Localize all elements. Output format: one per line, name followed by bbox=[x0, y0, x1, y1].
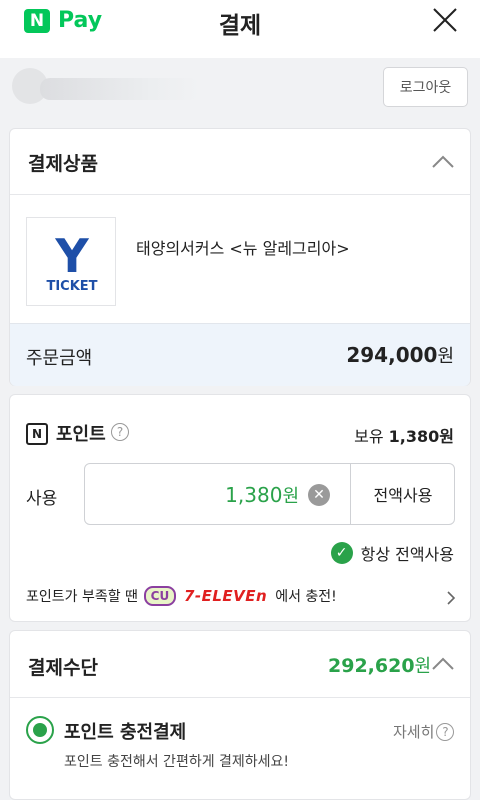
svg-text:Y: Y bbox=[54, 229, 89, 283]
clear-icon[interactable]: ✕ bbox=[308, 484, 330, 506]
method-description: 포인트 충전해서 간편하게 결제하세요! bbox=[64, 754, 290, 770]
chevron-right-icon[interactable] bbox=[446, 590, 456, 606]
page-title: 결제 bbox=[218, 13, 262, 39]
account-id-blurred bbox=[40, 78, 200, 100]
close-icon[interactable] bbox=[430, 5, 460, 35]
chevron-up-icon[interactable] bbox=[430, 154, 456, 170]
help-icon[interactable]: ? bbox=[111, 423, 129, 441]
use-label: 사용 bbox=[26, 489, 58, 509]
check-icon: ✓ bbox=[330, 542, 353, 564]
seven-eleven-logo: 7-ELEVEn bbox=[183, 587, 268, 605]
use-all-button[interactable]: 전액사용 bbox=[351, 464, 455, 524]
points-title: 포인트 bbox=[56, 424, 106, 445]
top-header: N Pay 결제 bbox=[0, 0, 480, 58]
points-card: N 포인트 ? 보유 1,380원 사용 1,380원 ✕ 전액사용 ✓ 항상 … bbox=[9, 394, 471, 622]
yticket-logo-icon: Y TICKET bbox=[46, 229, 97, 294]
divider bbox=[10, 697, 470, 698]
promo-suffix: 에서 충전! bbox=[275, 589, 337, 605]
always-use-all-toggle[interactable]: ✓ 항상 전액사용 bbox=[330, 541, 454, 565]
promo-prefix: 포인트가 부족할 땐 bbox=[26, 589, 138, 605]
account-bar: 로그아웃 bbox=[0, 58, 480, 120]
charge-promo[interactable]: 포인트가 부족할 땐 CU 7-ELEVEn 에서 충전! bbox=[26, 586, 337, 606]
points-balance: 보유 1,380원 bbox=[354, 427, 454, 446]
help-icon: ? bbox=[436, 722, 455, 741]
method-name: 포인트 충전결제 bbox=[64, 722, 187, 743]
order-amount-label: 주문금액 bbox=[26, 348, 93, 369]
cu-logo: CU bbox=[143, 586, 176, 606]
detail-label: 자세히 bbox=[393, 723, 435, 741]
points-use-input[interactable]: 1,380원 ✕ 전액사용 bbox=[84, 463, 455, 525]
payment-method-card: 결제수단 292,620원 포인트 충전결제 자세히 ? 포인트 충전해서 간편… bbox=[9, 630, 471, 800]
naver-point-icon: N bbox=[26, 423, 48, 445]
product-name: 태양의서커스 <뉴 알레그리아> bbox=[136, 239, 350, 258]
radio-point-charge[interactable] bbox=[26, 716, 54, 744]
always-use-all-label: 항상 전액사용 bbox=[360, 545, 454, 564]
product-card: 결제상품 Y TICKET 태양의서커스 <뉴 알레그리아> 주문금액 294,… bbox=[9, 128, 471, 386]
use-value: 1,380원 bbox=[225, 483, 299, 507]
order-amount: 294,000원 bbox=[346, 343, 454, 367]
payment-amount: 292,620원 bbox=[328, 655, 432, 677]
product-logo: Y TICKET bbox=[26, 217, 116, 306]
logout-button[interactable]: 로그아웃 bbox=[383, 67, 468, 107]
detail-link[interactable]: 자세히 ? bbox=[393, 721, 455, 742]
chevron-up-icon[interactable] bbox=[430, 656, 456, 672]
section-title-product: 결제상품 bbox=[28, 153, 98, 175]
order-amount-row: 주문금액 294,000원 bbox=[10, 323, 470, 386]
section-title-payment: 결제수단 bbox=[28, 657, 98, 679]
divider bbox=[10, 194, 470, 195]
svg-text:TICKET: TICKET bbox=[46, 279, 97, 294]
